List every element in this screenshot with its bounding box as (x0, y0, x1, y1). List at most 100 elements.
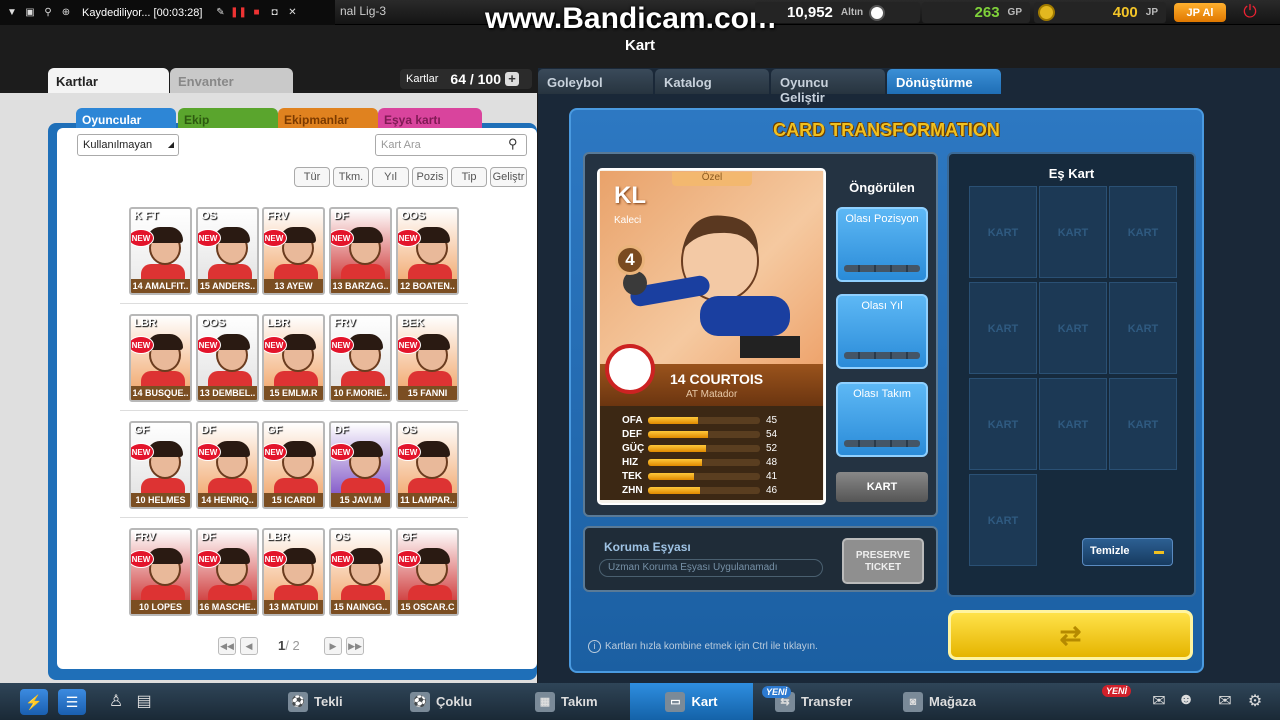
match-card-slot[interactable]: KART (969, 186, 1037, 278)
match-card-slot[interactable]: KART (969, 378, 1037, 470)
nav-tekli[interactable]: ⚽ Tekli (288, 683, 343, 720)
first-page-button[interactable]: ◀◀ (218, 637, 236, 655)
search-icon[interactable]: ⚲ (508, 136, 518, 152)
prev-page-button[interactable]: ◀ (240, 637, 258, 655)
preserve-ticket-button[interactable]: PRESERVE TICKET (842, 538, 924, 584)
player-card[interactable]: DF NEW 15 JAVI.M (329, 421, 392, 509)
sort-yil-button[interactable]: Yıl (372, 167, 409, 187)
settings-icon[interactable]: ⚙ (1245, 691, 1265, 711)
match-card-slot[interactable]: KART (1109, 378, 1177, 470)
tab-oyuncular[interactable]: Oyuncular (76, 108, 176, 130)
player-card[interactable]: GF NEW 15 ICARDI (262, 421, 325, 509)
tab-donusturme[interactable]: Dönüştürme (887, 69, 1001, 94)
tab-katalog[interactable]: Katalog (655, 69, 769, 94)
friends-icon[interactable]: ☻ (1176, 691, 1196, 711)
player-card-name: 15 FANNI (398, 386, 457, 400)
kart-button[interactable]: KART (836, 472, 928, 502)
sort-tip-button[interactable]: Tip (451, 167, 487, 187)
player-card[interactable]: DF NEW 16 MASCHE.. (196, 528, 259, 616)
pause-icon[interactable]: ❚❚ (230, 7, 247, 19)
player-card[interactable]: LBR NEW 13 MATUIDI (262, 528, 325, 616)
player-card[interactable]: FRV NEW 10 LOPES (129, 528, 192, 616)
sort-pozisyon-button[interactable]: Pozis (412, 167, 448, 187)
sort-gelistir-button[interactable]: Geliştr (490, 167, 527, 187)
player-card-position: LBR (267, 317, 290, 329)
match-card-slot[interactable]: KART (1109, 186, 1177, 278)
sort-tur-button[interactable]: Tür (294, 167, 330, 187)
player-card[interactable]: OOS NEW 13 DEMBEL.. (196, 314, 259, 402)
player-card[interactable]: FRV NEW 10 F.MORIE.. (329, 314, 392, 402)
tab-esya-karti[interactable]: Eşya kartı (378, 108, 482, 130)
nav-magaza[interactable]: ◙ Mağaza (903, 683, 976, 720)
calendar-icon[interactable]: ▤ (134, 691, 154, 711)
filter-value: Kullanılmayan (83, 139, 153, 151)
player-card[interactable]: DF NEW 14 HENRIQ.. (196, 421, 259, 509)
jp-currency: 400 JP (1034, 2, 1166, 23)
player-card[interactable]: GF NEW 15 OSCAR.C (396, 528, 459, 616)
player-card[interactable]: OS NEW 15 NAINGG.. (329, 528, 392, 616)
add-slot-button[interactable]: + (505, 72, 520, 86)
player-card[interactable]: GF NEW 10 HELMES (129, 421, 192, 509)
match-card-slot[interactable]: KART (969, 474, 1037, 566)
player-card[interactable]: LBR NEW 14 BUSQUE.. (129, 314, 192, 402)
next-page-button[interactable]: ▶ (324, 637, 342, 655)
trophy-icon[interactable]: ♙ (106, 691, 126, 711)
card-team: AT Matador (686, 389, 738, 400)
last-page-button[interactable]: ▶▶ (346, 637, 364, 655)
tab-kartlar[interactable]: Kartlar (48, 68, 169, 93)
match-card-slot[interactable]: KART (1039, 378, 1107, 470)
player-card[interactable]: LBR NEW 15 EMLM.R (262, 314, 325, 402)
player-card[interactable]: OS NEW 11 LAMPAR.. (396, 421, 459, 509)
camera-icon[interactable]: ◘ (268, 7, 280, 19)
match-card-slot[interactable]: KART (1039, 282, 1107, 374)
stat-value: 46 (766, 484, 778, 496)
match-card-slot[interactable]: KART (1039, 186, 1107, 278)
tab-envanter[interactable]: Envanter (170, 68, 293, 93)
list-icon[interactable]: ☰ (58, 689, 86, 715)
placeholder-bar (844, 440, 920, 447)
clear-button[interactable]: Temizle (1082, 538, 1173, 566)
chat-icon[interactable]: ✉ (1149, 691, 1169, 711)
lightning-icon[interactable]: ⚡ (20, 689, 48, 715)
player-card[interactable]: FRV NEW 13 AYEW (262, 207, 325, 295)
target-icon[interactable]: ⊕ (60, 7, 72, 19)
player-card[interactable]: DF NEW 13 BARZAG.. (329, 207, 392, 295)
ball-icon (869, 4, 886, 21)
transform-button[interactable]: ⇄ (948, 610, 1193, 660)
window-icon[interactable]: ▣ (24, 7, 36, 19)
match-card-slot[interactable]: KART (969, 282, 1037, 374)
close-icon[interactable]: ✕ (286, 7, 298, 19)
nav-kart[interactable]: ▭ Kart (630, 683, 753, 720)
stop-icon[interactable]: ■ (250, 7, 262, 19)
pencil-icon[interactable]: ✎ (214, 7, 226, 19)
dropdown-icon[interactable]: ▼ (6, 7, 18, 19)
new-badge: NEW (398, 229, 421, 247)
nav-coklu[interactable]: ⚽ Çoklu (410, 683, 472, 720)
player-card-position: OS (334, 531, 350, 543)
stat-value: 45 (766, 414, 778, 426)
match-card-slot[interactable]: KART (1109, 282, 1177, 374)
buy-jp-button[interactable]: JP Al (1174, 3, 1226, 22)
chevron-down-icon: ◢ (167, 140, 174, 149)
mail-icon[interactable]: ✉ (1215, 691, 1235, 711)
tab-ekip[interactable]: Ekip (178, 108, 278, 130)
tab-ekipmanlar[interactable]: Ekipmanlar (278, 108, 378, 130)
player-card[interactable]: OOS NEW 12 BOATEN.. (396, 207, 459, 295)
nav-takim[interactable]: ▦ Takım (535, 683, 598, 720)
filter-select[interactable]: Kullanılmayan ◢ (77, 134, 179, 156)
player-card-name: 15 JAVI.M (331, 493, 390, 507)
new-badge: NEW (398, 336, 421, 354)
sort-takim-button[interactable]: Tkm. (333, 167, 369, 187)
new-badge: NEW (331, 550, 354, 568)
power-icon[interactable]: ⏻ (1240, 2, 1260, 22)
player-card-name: 14 AMALFIT.. (131, 279, 190, 293)
player-card-position: K FT (134, 210, 159, 222)
new-badge: NEW (131, 229, 154, 247)
search-input[interactable]: Kart Ara (375, 134, 527, 156)
tab-goleybol[interactable]: Goleybol (538, 69, 653, 94)
search-icon[interactable]: ⚲ (42, 7, 54, 19)
tab-oyuncu-gelistir[interactable]: Oyuncu Geliştir (771, 69, 885, 105)
player-card[interactable]: BEK NEW 15 FANNI (396, 314, 459, 402)
player-card[interactable]: K FT NEW 14 AMALFIT.. (129, 207, 192, 295)
player-card[interactable]: OS NEW 15 ANDERS.. (196, 207, 259, 295)
